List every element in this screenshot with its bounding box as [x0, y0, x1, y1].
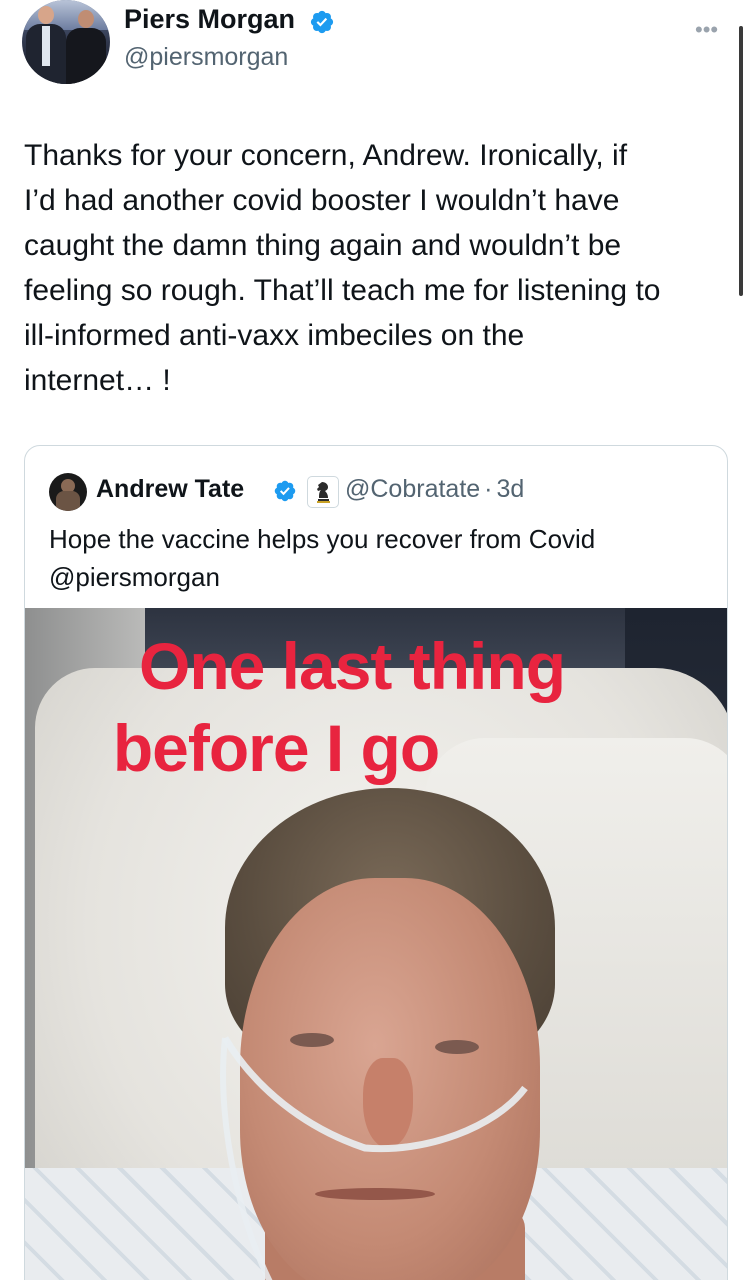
tweet-text-line: ill-informed anti-vaxx imbeciles on the: [24, 319, 525, 352]
tweet-text-line: internet… !: [24, 364, 171, 397]
author-name[interactable]: Piers Morgan: [124, 4, 295, 35]
scrollbar[interactable]: [739, 26, 743, 296]
tweet-text-line: I’d had another covid booster I wouldn’t…: [24, 184, 620, 217]
meta-separator: ·: [484, 475, 493, 503]
tweet-text-line: feeling so rough. That’ll teach me for l…: [24, 274, 661, 307]
quoted-author-avatar[interactable]: [49, 473, 87, 511]
tweet-text: Thanks for your concern, Andrew. Ironica…: [24, 133, 734, 403]
image-oxygen-tube: [220, 1036, 528, 1280]
quoted-verified-badge-icon: [274, 480, 296, 502]
quoted-avatar-body: [56, 491, 80, 511]
avatar-figure-left-shirt: [42, 26, 50, 66]
tweet-text-line: Thanks for your concern, Andrew. Ironica…: [24, 139, 628, 172]
verified-badge-icon: [310, 10, 334, 34]
quoted-tweet-text: Hope the vaccine helps you recover from …: [49, 520, 709, 596]
quoted-text-mention[interactable]: @piersmorgan: [49, 558, 709, 596]
avatar-figure-right: [66, 28, 106, 84]
quoted-tweet-image[interactable]: One last thing before I go: [25, 608, 727, 1280]
more-options-icon[interactable]: •••: [695, 17, 718, 43]
avatar-figure-left-head: [38, 6, 54, 24]
author-avatar[interactable]: [22, 0, 110, 84]
avatar-figure-right-head: [78, 10, 94, 28]
author-handle[interactable]: @piersmorgan: [124, 43, 288, 72]
quoted-author-meta[interactable]: @Cobratate · 3d: [345, 475, 524, 504]
tweet-text-line: caught the damn thing again and wouldn’t…: [24, 229, 622, 262]
quoted-tweet-card[interactable]: Andrew Tate @Cobratate · 3d Hope the vacci…: [24, 445, 728, 1280]
quoted-text-line: Hope the vaccine helps you recover from …: [49, 524, 596, 554]
image-overlay-text-line2: before I go: [112, 711, 440, 785]
image-overlay-text-line1: One last thing: [138, 629, 566, 703]
quoted-author-handle[interactable]: @Cobratate: [345, 475, 480, 503]
tweet-page: Piers Morgan @piersmorgan ••• Thanks for…: [0, 0, 751, 1280]
chess-knight-icon: [307, 476, 339, 508]
quoted-author-name[interactable]: Andrew Tate: [96, 475, 244, 504]
quoted-tweet-age[interactable]: 3d: [497, 475, 525, 503]
